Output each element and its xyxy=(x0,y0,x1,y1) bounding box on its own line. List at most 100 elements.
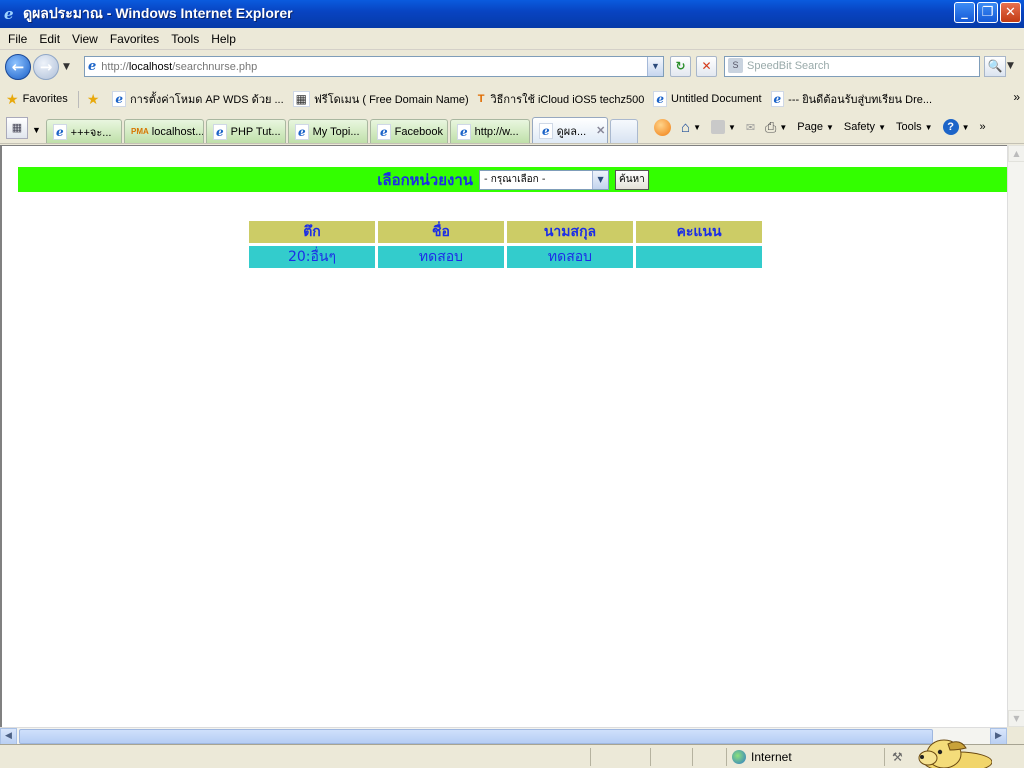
favorite-link-label: วิธีการใช้ iCloud iOS5 techz500 xyxy=(490,94,645,106)
chevron-down-icon[interactable]: ▼ xyxy=(592,170,609,189)
tab-active[interactable]: e ดูผล... ✕ xyxy=(532,117,608,143)
help-menu[interactable]: ? ▼ xyxy=(942,119,970,135)
department-label: เลือกหน่วยงาน xyxy=(377,170,474,189)
menu-edit[interactable]: Edit xyxy=(39,32,60,46)
rss-icon xyxy=(710,120,725,134)
menu-help[interactable]: Help xyxy=(211,32,236,46)
home-button[interactable]: ⌂ ▼ xyxy=(681,119,701,136)
column-header-building: ตึก xyxy=(249,221,375,243)
cell-score xyxy=(636,246,762,268)
page-menu-label: Page xyxy=(797,121,823,133)
scroll-down-arrow[interactable]: ▼ xyxy=(1008,710,1024,727)
window-controls: _ ❐ ✕ xyxy=(954,2,1021,23)
page-icon: e xyxy=(112,91,127,107)
home-icon: ⌂ xyxy=(681,118,691,136)
tab[interactable]: e My Topi... xyxy=(288,119,368,143)
print-button[interactable]: ⎙ ▼ xyxy=(765,119,787,136)
feeds-button[interactable]: ▼ xyxy=(710,120,736,134)
status-divider xyxy=(590,748,591,766)
url-path: /searchnurse.php xyxy=(172,60,258,73)
column-header-score: คะแนน xyxy=(636,221,762,243)
refresh-button[interactable]: ↻ xyxy=(670,56,691,77)
page-menu[interactable]: Page ▼ xyxy=(797,121,834,133)
column-header-last-name: นามสกุล xyxy=(507,221,633,243)
chevron-more-icon[interactable]: » xyxy=(1013,90,1020,104)
scroll-up-arrow[interactable]: ▲ xyxy=(1008,145,1024,162)
menu-favorites[interactable]: Favorites xyxy=(110,32,159,46)
tab[interactable]: e Facebook xyxy=(370,119,448,143)
favorite-link[interactable]: ▦ ฟรีโดเมน ( Free Domain Name) xyxy=(292,90,469,108)
add-favorite-icon[interactable]: ★ xyxy=(87,91,100,108)
horizontal-scroll-thumb[interactable] xyxy=(19,729,933,744)
security-zone[interactable]: Internet xyxy=(732,750,792,764)
safety-menu-label: Safety xyxy=(843,121,876,133)
tools-menu[interactable]: Tools ▼ xyxy=(896,121,933,133)
scroll-right-arrow[interactable]: ▶ xyxy=(990,728,1007,745)
favorites-label: Favorites xyxy=(22,93,68,105)
tab[interactable]: e PHP Tut... xyxy=(206,119,286,143)
search-provider-icon: S xyxy=(728,58,743,73)
favorites-star-icon: ★ xyxy=(6,90,19,107)
page-icon: e xyxy=(53,123,67,140)
favorite-link-label: การตั้งค่าโหมด AP WDS ด้วย ... xyxy=(130,94,284,106)
search-options-dropdown[interactable]: ▼ xyxy=(1007,56,1020,77)
help-icon: ? xyxy=(942,119,959,135)
page-icon: e xyxy=(653,91,668,107)
tab[interactable]: e http://w... xyxy=(450,119,530,143)
tab-label: PHP Tut... xyxy=(230,125,281,138)
url-dropdown[interactable]: ▼ xyxy=(647,57,663,76)
status-divider xyxy=(726,748,727,766)
minimize-button[interactable]: _ xyxy=(954,2,975,23)
search-button[interactable]: ค้นหา xyxy=(615,169,649,190)
read-mail-button[interactable]: ✉ xyxy=(746,121,755,134)
horizontal-scrollbar[interactable]: ◀ ▶ xyxy=(0,727,1007,745)
quick-tabs-button[interactable]: ▦ xyxy=(6,117,28,139)
stop-button[interactable]: ✕ xyxy=(696,56,717,77)
tab-label: Facebook xyxy=(394,125,443,138)
scroll-left-arrow[interactable]: ◀ xyxy=(0,728,17,745)
new-tab-button[interactable] xyxy=(610,119,638,143)
url-input[interactable]: e http://localhost/searchnurse.php ▼ xyxy=(84,56,664,77)
favorites-button[interactable]: ★ Favorites xyxy=(6,90,79,108)
tab[interactable]: e +++จะ... xyxy=(46,119,122,143)
favorite-link[interactable]: e --- ยินดีต้อนรับสู่บทเรียน Dre... xyxy=(770,90,932,108)
tab[interactable]: PMA localhost... xyxy=(124,119,204,143)
recent-pages-dropdown[interactable]: ▼ xyxy=(63,62,70,72)
url-prefix: http:// xyxy=(101,60,129,73)
page-viewport: เลือกหน่วยงาน - กรุณาเลือก - ▼ ค้นหา ตึก… xyxy=(0,145,1007,727)
close-button[interactable]: ✕ xyxy=(1000,2,1021,23)
favorite-link-label: ฟรีโดเมน ( Free Domain Name) xyxy=(314,94,469,106)
tab-label: ดูผล... xyxy=(556,125,587,138)
back-button[interactable]: ← xyxy=(5,54,31,80)
pma-icon: PMA xyxy=(131,127,149,136)
menu-file[interactable]: File xyxy=(8,32,27,46)
close-tab-icon[interactable]: ✕ xyxy=(596,124,605,137)
site-icon: ▦ xyxy=(292,91,311,107)
favorite-link[interactable]: T วิธีการใช้ iCloud iOS5 techz500 xyxy=(478,90,645,108)
forward-button[interactable]: → xyxy=(33,54,59,80)
addon-icon[interactable] xyxy=(654,118,671,136)
protected-mode-icon[interactable]: ⚒ xyxy=(892,750,903,764)
chevron-more-icon[interactable]: » xyxy=(980,121,986,133)
safety-menu[interactable]: Safety ▼ xyxy=(844,121,886,133)
favorite-link[interactable]: e การตั้งค่าโหมด AP WDS ด้วย ... xyxy=(112,90,284,108)
tab-list-dropdown[interactable]: ▼ xyxy=(32,125,44,135)
status-divider xyxy=(692,748,693,766)
search-go-button[interactable]: 🔍 xyxy=(984,56,1006,77)
page-icon: e xyxy=(539,122,553,139)
site-icon: T xyxy=(477,93,485,105)
favorite-link[interactable]: e Untitled Document xyxy=(653,91,762,107)
page-icon: e xyxy=(88,59,97,74)
menu-view[interactable]: View xyxy=(72,32,98,46)
maximize-button[interactable]: ❐ xyxy=(977,2,998,23)
results-table: ตึก ชื่อ นามสกุล คะแนน 20:อื่นๆ ทดสอบ ทด… xyxy=(246,218,765,271)
cell-last-name: ทดสอบ xyxy=(507,246,633,268)
favorite-link-label: Untitled Document xyxy=(671,93,762,105)
vertical-scrollbar[interactable]: ▲ ▼ xyxy=(1007,145,1024,727)
menu-tools[interactable]: Tools xyxy=(171,32,199,46)
search-input[interactable]: S SpeedBit Search xyxy=(724,56,980,77)
page-icon: e xyxy=(213,123,227,140)
desktop-mascot-dog-icon xyxy=(918,739,992,768)
department-select[interactable]: - กรุณาเลือก - ▼ xyxy=(479,169,610,190)
tools-menu-label: Tools xyxy=(895,121,922,133)
